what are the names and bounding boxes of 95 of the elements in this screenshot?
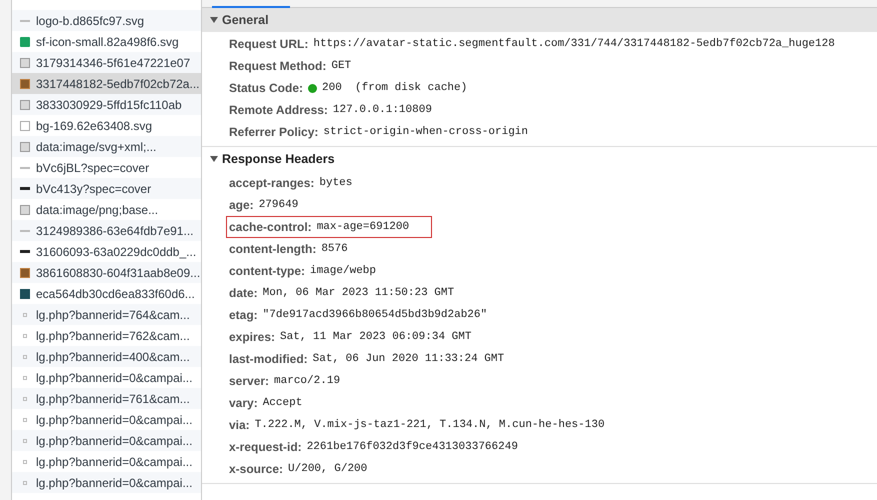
request-list-item[interactable]: logo-b.d865fc97.svg: [12, 10, 201, 31]
header-name: Status Code:: [229, 80, 304, 97]
request-list-item[interactable]: lg.php?bannerid=400&cam...: [12, 346, 201, 367]
header-value: 127.0.0.1:10809: [332, 102, 432, 118]
request-name: lg.php?bannerid=0&campai...: [36, 432, 192, 450]
request-name: bVc6jBL?spec=cover: [36, 160, 150, 176]
request-name: 31606093-63a0229dc0ddb_...: [36, 244, 196, 260]
header-value: bytes: [319, 176, 352, 191]
file-thumbnail-icon: [23, 418, 27, 422]
file-thumbnail-icon: [23, 460, 27, 464]
request-list-item[interactable]: lg.php?bannerid=761&cam...: [12, 388, 201, 409]
request-name: lg.php?bannerid=762&cam...: [36, 328, 190, 344]
request-name: bg-169.62e63408.svg: [36, 118, 152, 134]
request-name: data:image/svg+xml;...: [36, 138, 156, 156]
file-thumbnail-icon: [20, 142, 30, 152]
header-value: strict-origin-when-cross-origin: [323, 124, 528, 140]
header-name: cache-control:: [229, 219, 312, 236]
request-name: bVc413y?spec=cover: [36, 180, 152, 198]
request-list-item[interactable]: data:image/svg+xml;...: [12, 136, 201, 157]
header-name: last-modified:: [229, 351, 308, 368]
header-value: Sat, 06 Jun 2020 11:33:24 GMT: [312, 352, 504, 367]
request-list-item[interactable]: 3317448182-5edb7f02cb72a...: [12, 73, 201, 94]
request-name: 3833030929-5ffd15fc110ab: [36, 96, 182, 114]
request-list-item[interactable]: lg.php?bannerid=0&campai...: [12, 472, 201, 493]
request-name: eca564db30cd6ea833f60d6...: [36, 286, 195, 302]
header-name: accept-ranges:: [229, 175, 314, 192]
header-name: Request Method:: [229, 58, 326, 75]
file-thumbnail-icon: [23, 376, 27, 380]
header-value: 8576: [321, 242, 348, 257]
request-list-item[interactable]: 3833030929-5ffd15fc110ab: [12, 94, 201, 115]
header-name: x-request-id:: [229, 439, 302, 456]
request-name: lg.php?bannerid=0&campai...: [36, 412, 192, 428]
request-name: 3317448182-5edb7f02cb72a...: [36, 76, 200, 92]
header-value: T.222.M, V.mix-js-taz1-221, T.134.N, M.cun-he-hes-130: [254, 418, 605, 433]
header-name: Remote Address:: [229, 102, 328, 119]
file-thumbnail-icon: [23, 334, 27, 338]
request-name: 3124989386-63e64fdb7e91...: [36, 222, 194, 240]
header-name: vary:: [229, 395, 258, 412]
request-list-item[interactable]: lg.php?bannerid=764&cam...: [12, 304, 201, 325]
header-name: etag:: [229, 307, 258, 324]
header-name: Referrer Policy:: [229, 124, 318, 141]
header-value: 279649: [258, 198, 298, 213]
collapse-triangle-icon: [210, 155, 218, 163]
request-name: lg.php?bannerid=400&cam...: [36, 348, 190, 366]
header-value: Mon, 06 Mar 2023 11:50:23 GMT: [262, 286, 454, 301]
header-value: GET: [331, 58, 352, 74]
file-thumbnail-icon: [23, 396, 27, 400]
file-thumbnail-icon: [20, 100, 30, 110]
header-value: "7de917acd3966b80654d5bd3b9d2ab26": [262, 308, 488, 323]
request-name: logo-b.d865fc97.svg: [36, 12, 144, 30]
header-name: expires:: [229, 329, 276, 346]
header-value: image/webp: [310, 264, 376, 279]
collapse-triangle-icon: [210, 16, 218, 24]
file-thumbnail-icon: [23, 438, 27, 442]
request-name: lg.php?bannerid=764&cam...: [36, 306, 190, 324]
request-list-item[interactable]: 3124989386-63e64fdb7e91...: [12, 220, 201, 241]
file-thumbnail-icon: [23, 354, 27, 358]
file-thumbnail-icon: [20, 120, 30, 130]
request-name: sf-icon-small.82a498f6.svg: [36, 34, 179, 50]
file-thumbnail-icon: [20, 204, 30, 214]
header-name: x-source:: [229, 461, 284, 478]
file-thumbnail-icon: [20, 58, 30, 68]
header-value: Sat, 11 Mar 2023 06:09:34 GMT: [280, 330, 472, 345]
request-name: lg.php?bannerid=0&campai...: [36, 370, 192, 386]
file-thumbnail-icon: [20, 268, 30, 278]
section-header[interactable]: General: [202, 8, 877, 32]
file-thumbnail-icon: [23, 312, 27, 316]
request-name: 3861608830-604f31aab8e09...: [36, 264, 200, 282]
header-name: Request URL:: [229, 36, 308, 53]
request-name: 3179314346-5f61e47221e07: [36, 54, 190, 72]
file-thumbnail-icon: [23, 480, 27, 484]
request-name: lg.php?bannerid=0&campai...: [36, 474, 192, 492]
file-thumbnail-icon: [20, 288, 30, 298]
header-name: content-length:: [229, 241, 316, 258]
request-name: data:image/png;base...: [36, 202, 158, 218]
header-value: 2261be176f032d3f9ce4313033766249: [306, 440, 518, 455]
file-thumbnail-icon: [20, 36, 30, 46]
header-value: 200 (from disk cache): [322, 80, 468, 96]
header-name: age:: [229, 197, 254, 214]
header-name: content-type:: [229, 263, 305, 280]
request-list-item[interactable]: lg.php?bannerid=0&campai...: [12, 430, 201, 451]
header-name: server:: [229, 373, 270, 390]
header-value: Accept: [262, 396, 302, 411]
file-thumbnail-icon: [20, 78, 30, 88]
header-value: https://avatar-static.segmentfault.com/331/744/3317448182-5edb7f02cb72a_huge128: [313, 36, 835, 52]
header-value: max-age=691200: [316, 220, 410, 235]
request-list-item[interactable]: 3861608830-604f31aab8e09...: [12, 262, 201, 283]
header-value: marco/2.19: [274, 374, 340, 389]
request-list-item[interactable]: bVc413y?spec=cover: [12, 178, 201, 199]
request-list-item[interactable]: 3179314346-5f61e47221e07: [12, 52, 201, 73]
request-name: lg.php?bannerid=761&cam...: [36, 390, 190, 408]
request-name: lg.php?bannerid=0&campai...: [36, 454, 192, 470]
header-value: U/200, G/200: [288, 462, 368, 477]
header-name: date:: [229, 285, 258, 302]
header-name: via:: [229, 417, 250, 434]
